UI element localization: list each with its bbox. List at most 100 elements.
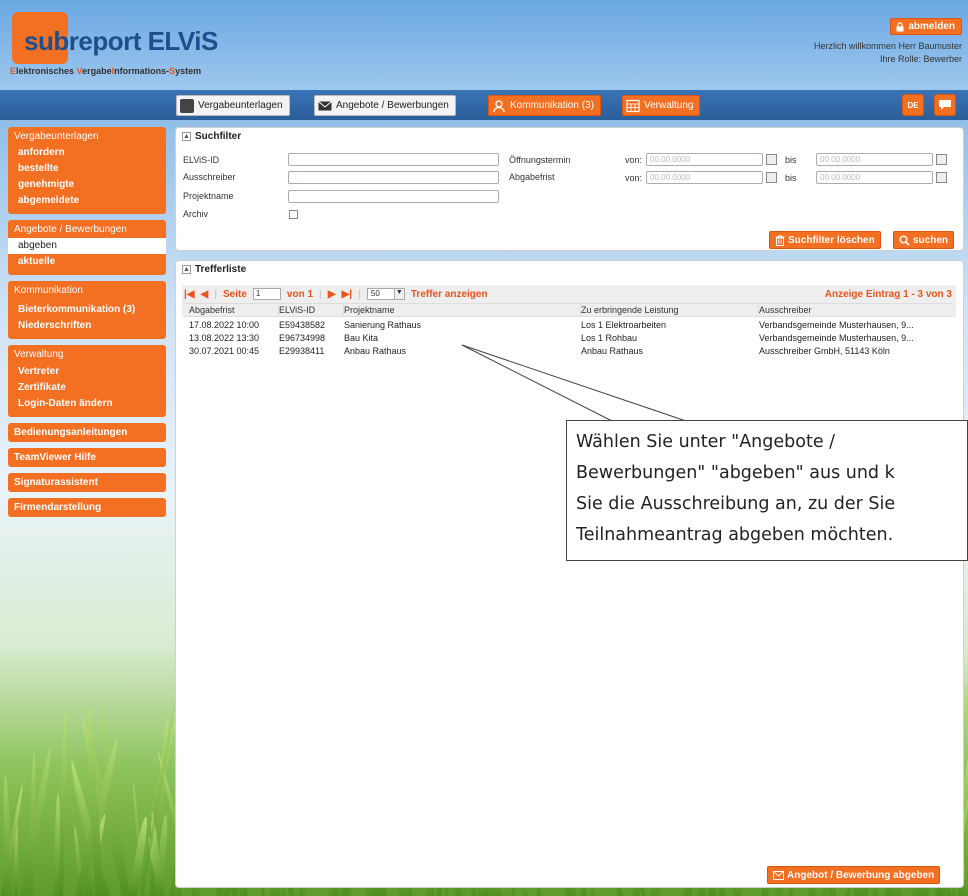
cell-ausschreiber: Ausschreiber GmbH, 51143 Köln <box>759 346 890 356</box>
table-row[interactable]: 17.08.2022 10:00 E59438582 Sanierung Rat… <box>184 319 952 332</box>
tab-kommunikation[interactable]: Kommunikation (3) <box>488 95 601 116</box>
chat-bubble-icon <box>939 100 951 110</box>
collapse-icon[interactable]: ▲ <box>182 132 191 141</box>
pager-divider: | <box>214 288 218 300</box>
calendar-icon[interactable] <box>936 172 947 183</box>
abgabefrist-bis-label: bis <box>785 173 797 183</box>
calendar-icon[interactable] <box>936 154 947 165</box>
cell-ausschreiber: Verbandsgemeinde Musterhausen, 9... <box>759 333 914 343</box>
sidebar-item-bieterkommunikation[interactable]: Bieterkommunikation (3) <box>8 302 166 318</box>
column-header-abgabefrist[interactable]: Abgabefrist <box>184 304 279 316</box>
sidebar-item-login-daten[interactable]: Login-Daten ändern <box>8 396 166 412</box>
search-filter-panel: ▲ Suchfilter ELViS-ID Ausschreiber Proje… <box>175 127 964 251</box>
cell-ausschreiber: Verbandsgemeinde Musterhausen, 9... <box>759 320 914 330</box>
sidebar-item-vertreter[interactable]: Vertreter <box>8 364 166 380</box>
cell-abgabefrist: 13.08.2022 13:30 <box>189 333 260 343</box>
logout-label: abmelden <box>908 21 955 32</box>
cell-projektname: Anbau Rathaus <box>344 346 407 356</box>
abgabefrist-von-input[interactable]: 00.00.0000 <box>646 171 763 184</box>
abgabefrist-bis-input[interactable]: 00.00.0000 <box>816 171 933 184</box>
oeffnungstermin-bis-input[interactable]: 00.00.0000 <box>816 153 933 166</box>
calendar-icon[interactable] <box>766 154 777 165</box>
chevron-down-icon: ▼ <box>393 289 404 299</box>
sidebar-item-anfordern[interactable]: anfordern <box>8 145 166 161</box>
sidebar-item-aktuelle[interactable]: aktuelle <box>8 254 166 270</box>
projektname-label: Projektname <box>183 191 234 201</box>
sidebar-group-title[interactable]: Verwaltung <box>8 349 166 364</box>
cell-leistung: Los 1 Rohbau <box>581 333 638 343</box>
submit-offer-button[interactable]: Angebot / Bewerbung abgeben <box>767 866 941 884</box>
callout-line: Sie die Ausschreibung an, zu der Sie <box>576 494 896 514</box>
ausschreiber-input[interactable] <box>288 171 499 184</box>
logo-tagline: Elektronisches VergabeInformations-Syste… <box>10 66 201 76</box>
page-input[interactable]: 1 <box>252 288 281 300</box>
clear-filter-button[interactable]: Suchfilter löschen <box>769 231 881 249</box>
tab-vergabeunterlagen[interactable]: Vergabeunterlagen <box>176 95 290 116</box>
collapse-icon[interactable]: ▲ <box>182 265 191 274</box>
instruction-callout: Wählen Sie unter "Angebote / Bewerbungen… <box>566 420 968 561</box>
sidebar-item-bedienungsanleitungen[interactable]: Bedienungsanleitungen <box>8 423 166 442</box>
page-label: Seite <box>223 288 247 300</box>
cell-abgabefrist: 17.08.2022 10:00 <box>189 320 260 330</box>
logout-button[interactable]: abmelden <box>890 18 962 35</box>
calendar-icon[interactable] <box>766 172 777 183</box>
results-title: Trefferliste <box>195 264 247 275</box>
per-page-select[interactable]: 50 ▼ <box>366 288 405 300</box>
app-header: subreport ELViS Elektronisches VergabeIn… <box>0 0 968 90</box>
cell-projektname: Sanierung Rathaus <box>344 320 422 330</box>
tagline-part-1: lektronisches <box>16 66 77 76</box>
tab-verwaltung[interactable]: Verwaltung <box>622 95 701 116</box>
sidebar-item-abgeben[interactable]: abgeben <box>8 238 166 254</box>
next-page-icon[interactable]: ▶ <box>328 289 336 300</box>
first-page-icon[interactable]: |◀ <box>184 289 195 300</box>
calendar-icon <box>626 99 640 112</box>
sidebar-group-kommunikation: Kommunikation Bieterkommunikation (3) Ni… <box>8 281 166 339</box>
elvis-id-label: ELViS-ID <box>183 155 220 165</box>
search-filter-title: Suchfilter <box>195 131 242 142</box>
results-panel: ▲ Trefferliste |◀ ◀ | Seite 1 von 1 | ▶ … <box>175 260 964 888</box>
sidebar-item-genehmigte[interactable]: genehmigte <box>8 177 166 193</box>
sidebar-group-angebote: Angebote / Bewerbungen abgeben aktuelle <box>8 220 166 275</box>
callout-line: Bewerbungen" "abgeben" aus und k <box>576 463 895 483</box>
help-chat-button[interactable] <box>934 94 956 116</box>
archiv-checkbox[interactable] <box>289 210 298 219</box>
search-button[interactable]: suchen <box>893 231 955 249</box>
search-filter-header: ▲ Suchfilter <box>176 128 963 145</box>
cell-elvis-id: E29938411 <box>279 346 325 356</box>
sidebar-item-signaturassistent[interactable]: Signaturassistent <box>8 473 166 492</box>
last-page-icon[interactable]: ▶| <box>342 289 353 300</box>
pager-divider: | <box>319 288 322 300</box>
sidebar-group-vergabe: Vergabeunterlagen anfordern bestellte ge… <box>8 127 166 214</box>
sidebar-item-zertifikate[interactable]: Zertifikate <box>8 380 166 396</box>
welcome-text: Herzlich willkommen Herr Baumuster <box>813 41 962 51</box>
sidebar-group-title[interactable]: Vergabeunterlagen <box>8 131 166 145</box>
tab-label: Verwaltung <box>644 100 694 111</box>
sidebar-item-firmendarstellung[interactable]: Firmendarstellung <box>8 498 166 517</box>
sidebar-item-abgemeldete[interactable]: abgemeldete <box>8 193 166 209</box>
tab-angebote[interactable]: Angebote / Bewerbungen <box>314 95 456 116</box>
language-button[interactable]: DE <box>902 94 924 116</box>
tab-label: Vergabeunterlagen <box>198 100 283 111</box>
results-summary: Anzeige Eintrag 1 - 3 von 3 <box>824 288 952 300</box>
table-row[interactable]: 30.07.2021 00:45 E29938411 Anbau Rathaus… <box>184 345 952 358</box>
role-text: Ihre Rolle: Bewerber <box>879 54 962 64</box>
search-label: suchen <box>913 234 949 246</box>
sidebar-item-niederschriften[interactable]: Niederschriften <box>8 318 166 334</box>
elvis-id-input[interactable] <box>288 153 499 166</box>
column-header-leistung[interactable]: Zu erbringende Leistung <box>581 304 759 316</box>
page-count-label: von 1 <box>286 288 314 300</box>
column-header-ausschreiber[interactable]: Ausschreiber <box>759 304 952 316</box>
column-header-projektname[interactable]: Projektname <box>344 304 581 316</box>
oeffnungstermin-von-input[interactable]: 00.00.0000 <box>646 153 763 166</box>
prev-page-icon[interactable]: ◀ <box>201 289 209 300</box>
sidebar-group-title[interactable]: Angebote / Bewerbungen <box>8 224 166 238</box>
sidebar-item-teamviewer[interactable]: TeamViewer Hilfe <box>8 448 166 467</box>
sidebar-item-bestellte[interactable]: bestellte <box>8 161 166 177</box>
sidebar-group-verwaltung: Verwaltung Vertreter Zertifikate Login-D… <box>8 345 166 417</box>
archiv-label: Archiv <box>183 209 209 219</box>
sidebar-group-title[interactable]: Kommunikation <box>8 285 166 302</box>
table-row[interactable]: 13.08.2022 13:30 E96734998 Bau Kita Los … <box>184 332 952 345</box>
table-header: Abgabefrist ELViS-ID Projektname Zu erbr… <box>184 303 952 317</box>
column-header-elvis-id[interactable]: ELViS-ID <box>279 304 344 316</box>
projektname-input[interactable] <box>288 190 499 203</box>
